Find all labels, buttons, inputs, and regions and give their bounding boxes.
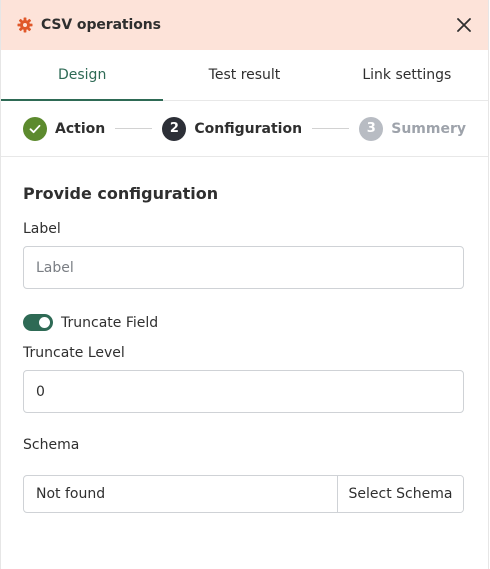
close-icon	[457, 18, 471, 32]
checkmark-icon	[23, 116, 47, 141]
step-connector	[312, 128, 350, 129]
step-connector	[115, 128, 153, 129]
label-input[interactable]	[23, 246, 464, 289]
truncate-field-toggle[interactable]	[23, 314, 53, 331]
gear-icon	[17, 17, 33, 33]
configuration-form: Provide configuration Label Truncate Fie…	[1, 157, 488, 513]
tab-test-result[interactable]: Test result	[163, 50, 325, 100]
tab-link-settings[interactable]: Link settings	[326, 50, 488, 100]
step-number: 2	[162, 116, 187, 141]
step-configuration: 2 Configuration	[162, 116, 303, 141]
truncate-toggle-row: Truncate Field	[23, 314, 466, 331]
truncate-level-label: Truncate Level	[23, 345, 125, 361]
form-title: Provide configuration	[23, 184, 219, 203]
step-label: Configuration	[194, 120, 303, 137]
schema-label: Schema	[23, 437, 80, 453]
step-label: Action	[55, 120, 106, 137]
close-button[interactable]	[454, 15, 474, 35]
truncate-field-label: Truncate Field	[61, 314, 159, 331]
toggle-knob	[39, 317, 50, 328]
label-field-label: Label	[23, 221, 61, 237]
panel-header: CSV operations	[1, 0, 488, 50]
tab-design[interactable]: Design	[1, 50, 164, 101]
truncate-level-input[interactable]	[23, 370, 464, 413]
stepper: Action 2 Configuration 3 Summery	[1, 101, 488, 157]
csv-operations-panel: CSV operations Design Test result Link s…	[0, 0, 489, 569]
schema-selector: Not found Select Schema	[23, 475, 464, 513]
step-label: Summery	[391, 120, 467, 137]
step-action: Action	[23, 116, 106, 141]
select-schema-button[interactable]: Select Schema	[337, 476, 463, 512]
step-number: 3	[359, 116, 384, 141]
schema-value: Not found	[36, 486, 106, 502]
tab-bar: Design Test result Link settings	[1, 50, 488, 101]
panel-title: CSV operations	[41, 17, 161, 33]
step-summery: 3 Summery	[359, 116, 467, 141]
